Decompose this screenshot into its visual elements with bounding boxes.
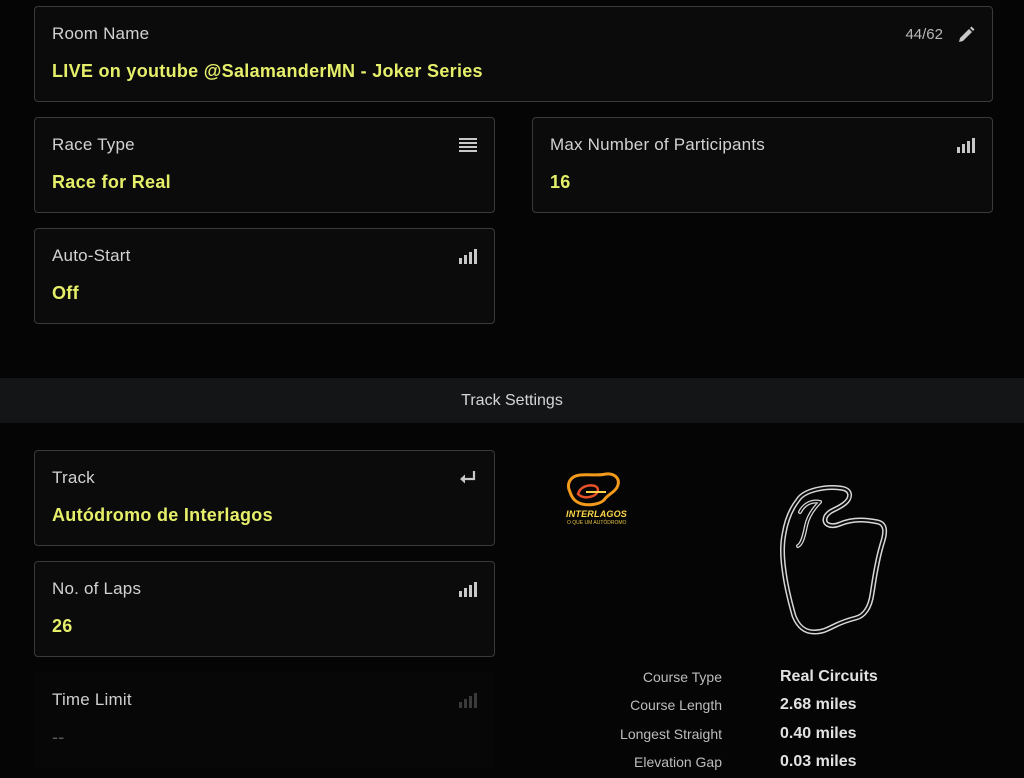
course-length-value: 2.68 miles: [780, 696, 857, 713]
longest-straight-value: 0.40 miles: [780, 725, 857, 742]
elevation-gap-row: Elevation Gap 0.03 miles: [560, 753, 980, 778]
return-arrow-icon: [459, 470, 477, 486]
pencil-icon[interactable]: [957, 26, 975, 42]
track-label: Track: [52, 468, 95, 487]
course-length-key: Course Length: [630, 697, 722, 713]
track-field[interactable]: Track Autódromo de Interlagos: [34, 450, 495, 546]
course-type-value: Real Circuits: [780, 668, 878, 685]
signal-bars-icon: [459, 692, 477, 708]
char-counter: 44/62: [905, 26, 943, 43]
room-name-value: LIVE on youtube @SalamanderMN - Joker Se…: [52, 61, 483, 81]
course-type-key: Course Type: [642, 669, 722, 685]
auto-start-label: Auto-Start: [52, 246, 131, 265]
max-participants-label: Max Number of Participants: [550, 135, 765, 154]
logo-name: INTERLAGOS: [566, 509, 628, 519]
track-value: Autódromo de Interlagos: [52, 505, 273, 525]
laps-field[interactable]: No. of Laps 26: [34, 561, 495, 657]
time-limit-value: --: [52, 727, 65, 747]
signal-bars-icon: [957, 137, 975, 153]
list-icon: [459, 137, 477, 153]
elevation-gap-value: 0.03 miles: [780, 753, 857, 770]
interlagos-logo: INTERLAGOS O QUE UM AUTÓDROMO: [560, 470, 628, 528]
max-participants-value: 16: [550, 172, 571, 192]
logo-tagline: O QUE UM AUTÓDROMO: [567, 520, 627, 526]
race-type-field[interactable]: Race Type Race for Real: [34, 117, 495, 213]
signal-bars-icon: [459, 248, 477, 264]
section-title: Track Settings: [461, 392, 563, 409]
room-name-field[interactable]: Room Name 44/62 LIVE on youtube @Salaman…: [34, 6, 993, 102]
elevation-gap-key: Elevation Gap: [634, 754, 722, 770]
laps-label: No. of Laps: [52, 579, 142, 598]
longest-straight-row: Longest Straight 0.40 miles: [560, 725, 980, 750]
track-map: [770, 482, 892, 642]
laps-value: 26: [52, 616, 73, 636]
auto-start-value: Off: [52, 283, 79, 303]
course-type-row: Course Type Real Circuits: [560, 668, 980, 693]
auto-start-field[interactable]: Auto-Start Off: [34, 228, 495, 324]
max-participants-field[interactable]: Max Number of Participants 16: [532, 117, 993, 213]
track-settings-header: Track Settings: [0, 378, 1024, 423]
signal-bars-icon: [459, 581, 477, 597]
room-name-label: Room Name: [52, 24, 150, 43]
time-limit-label: Time Limit: [52, 690, 132, 709]
race-type-value: Race for Real: [52, 172, 171, 192]
time-limit-field: Time Limit --: [34, 672, 495, 768]
race-type-label: Race Type: [52, 135, 135, 154]
course-length-row: Course Length 2.68 miles: [560, 696, 980, 721]
longest-straight-key: Longest Straight: [620, 726, 722, 742]
